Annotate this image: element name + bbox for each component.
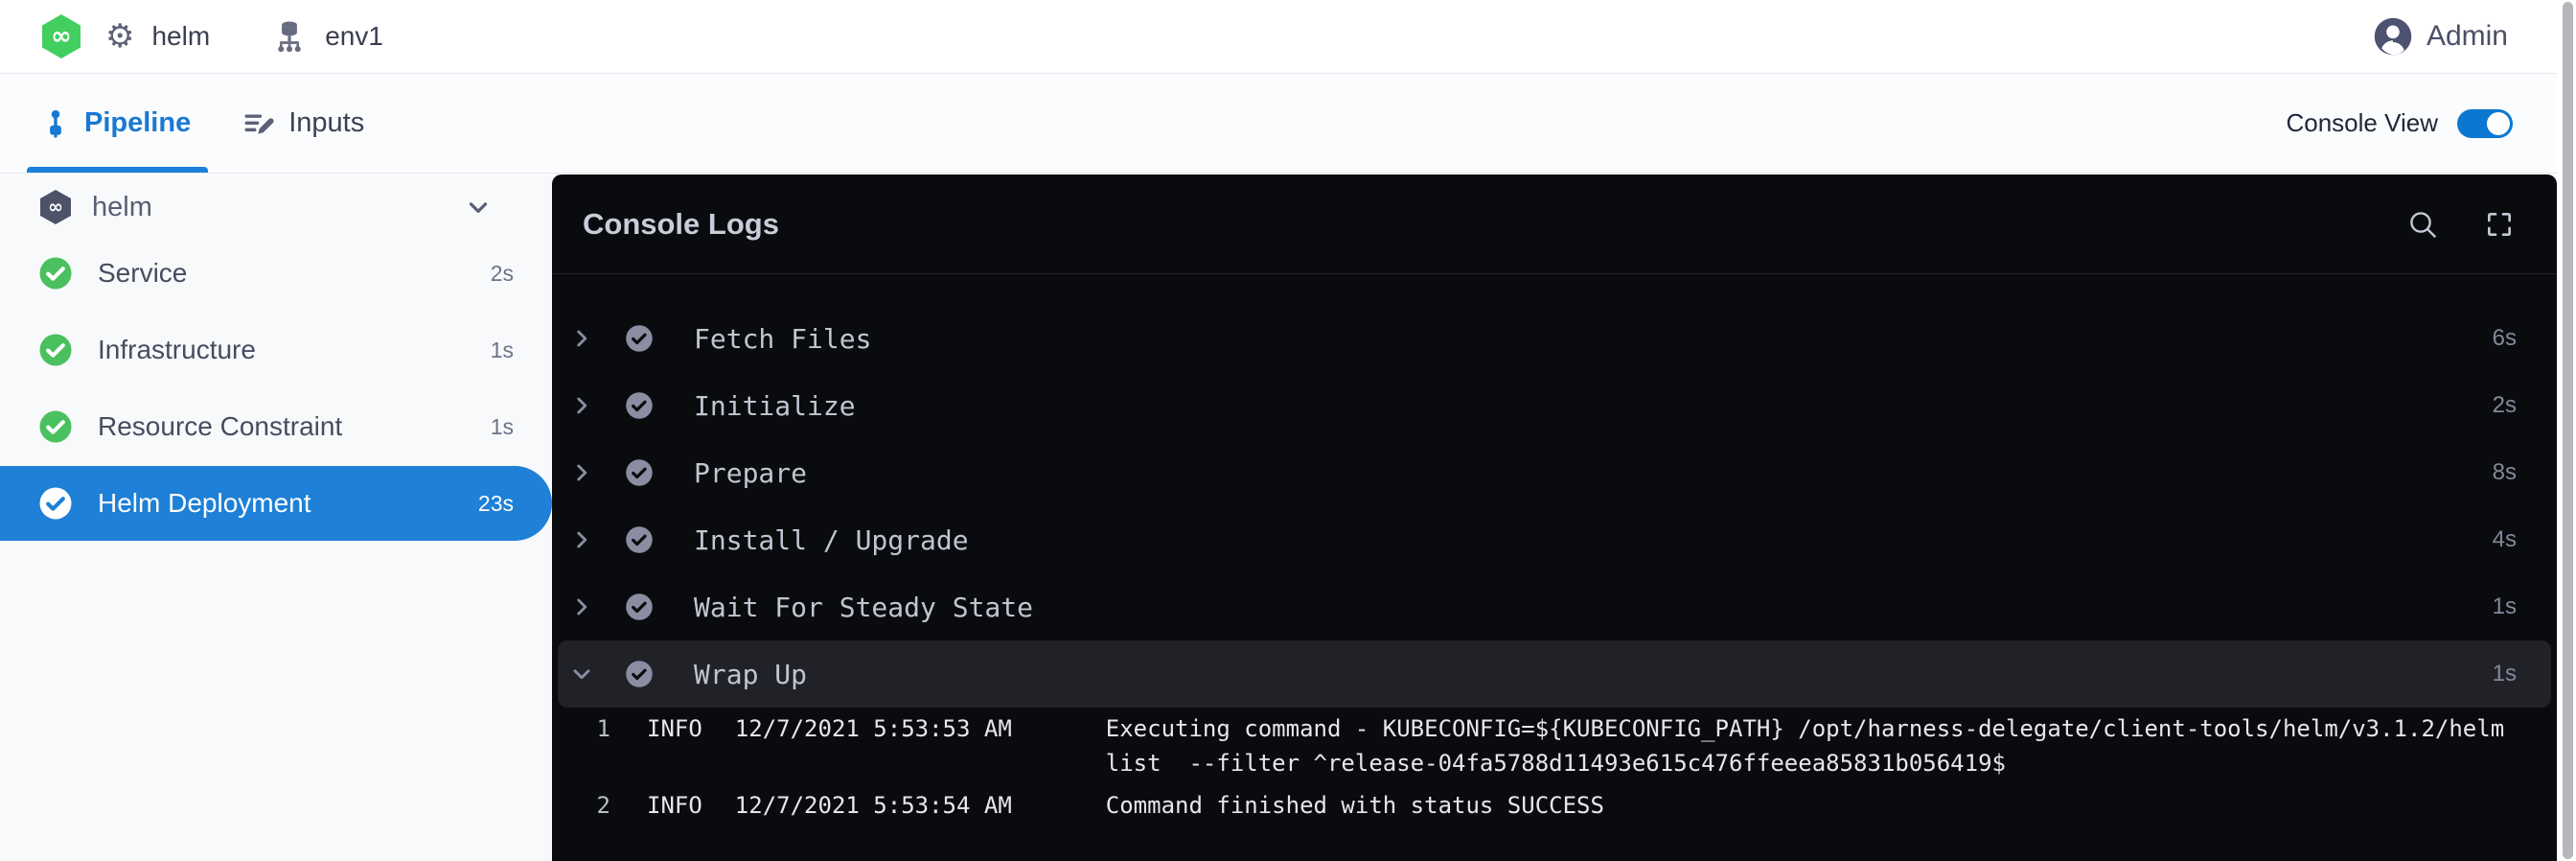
success-check-icon [38,256,73,291]
chevron-right-icon[interactable] [569,393,594,418]
step-label: Fetch Files [694,323,871,355]
inputs-edit-icon [242,107,275,140]
infinity-glyph: ∞ [51,24,72,49]
step-duration: 1s [2493,661,2517,687]
log-line: 2 INFO 12/7/2021 5:53:54 AM Command fini… [552,788,2557,823]
step-row-install-upgrade[interactable]: Install / Upgrade 4s [558,506,2551,573]
log-message: Command finished with status SUCCESS [1106,788,2534,823]
search-icon[interactable] [2407,209,2438,240]
avatar-icon [2373,16,2413,57]
harness-logo-icon[interactable]: ∞ [42,14,80,58]
main-content: ∞ helm Service 2s [0,175,2576,861]
fullscreen-expand-icon[interactable] [2484,209,2515,240]
console-logs-panel: Console Logs [552,175,2557,861]
chevron-right-icon[interactable] [569,527,594,552]
step-row-wrap-up[interactable]: Wrap Up 1s [558,640,2551,708]
user-menu[interactable]: Admin [2373,16,2508,57]
tab-bar: Pipeline Inputs Console View [0,74,2576,174]
console-view-label: Console View [2286,108,2438,138]
step-label: Initialize [694,390,856,422]
stage-label: Infrastructure [98,335,256,365]
stage-duration: 2s [491,261,514,287]
stage-row-helm-deployment[interactable]: Helm Deployment 23s [0,466,552,541]
console-title: Console Logs [583,207,779,242]
step-label: Wait For Steady State [694,592,1033,623]
log-line-list: 1 INFO 12/7/2021 5:53:53 AM Executing co… [552,708,2557,830]
stage-duration: 1s [491,337,514,363]
log-message: Executing command - KUBECONFIG=${KUBECON… [1106,711,2534,780]
stage-label: Helm Deployment [98,488,311,519]
project-name: helm [151,21,210,52]
stage-label: Resource Constraint [98,411,342,442]
stage-row-service[interactable]: Service 2s [0,236,552,311]
stage-duration: 1s [491,414,514,440]
user-name: Admin [2426,20,2508,53]
success-check-icon [625,660,654,688]
step-duration: 1s [2493,593,2517,620]
stage-row-infrastructure[interactable]: Infrastructure 1s [0,313,552,387]
chevron-right-icon[interactable] [569,460,594,485]
success-check-icon [625,324,654,353]
step-row-fetch-files[interactable]: Fetch Files 6s [558,305,2551,372]
tab-inputs[interactable]: Inputs [242,74,364,173]
app-window: ∞ ⚙ helm env1 [0,0,2576,861]
success-check-icon [38,333,73,367]
active-tab-underline [27,167,208,173]
tab-pipeline[interactable]: Pipeline [40,74,191,173]
success-check-icon [625,458,654,487]
success-check-icon [625,525,654,554]
log-timestamp: 12/7/2021 5:53:53 AM [735,711,1012,746]
top-bar: ∞ ⚙ helm env1 [0,0,2576,74]
log-line-number: 2 [552,788,610,823]
stage-label: Service [98,258,187,289]
tab-inputs-label: Inputs [288,107,364,139]
environment-name: env1 [325,21,383,52]
console-view-toggle[interactable] [2457,109,2513,138]
console-header: Console Logs [552,175,2557,274]
pipeline-hexagon-icon: ∞ [40,190,71,224]
log-line-number: 1 [552,711,610,746]
chevron-right-icon[interactable] [569,594,594,619]
log-level: INFO [647,788,702,823]
stage-duration: 23s [478,491,514,517]
console-step-list: Fetch Files 6s Initialize 2s [552,274,2557,708]
chevron-down-icon[interactable] [464,193,493,221]
pipeline-group-name: helm [92,192,152,223]
step-duration: 2s [2493,392,2517,419]
stage-row-resource-constraint[interactable]: Resource Constraint 1s [0,389,552,464]
step-label: Install / Upgrade [694,524,969,556]
step-label: Wrap Up [694,659,807,690]
success-check-icon [38,486,73,521]
step-duration: 4s [2493,526,2517,553]
chevron-down-icon[interactable] [569,662,594,686]
vertical-scrollbar[interactable] [2557,0,2576,861]
scrollbar-thumb[interactable] [2563,2,2573,859]
tab-pipeline-label: Pipeline [84,107,191,139]
environment-icon [271,18,308,55]
success-check-icon [625,593,654,621]
pipeline-icon [40,108,71,139]
log-line: 1 INFO 12/7/2021 5:53:53 AM Executing co… [552,711,2557,780]
stage-list: Service 2s Infrastructure 1s [0,236,552,541]
infinity-glyph: ∞ [48,198,63,217]
pipeline-group-header[interactable]: ∞ helm [0,178,552,236]
toggle-knob [2487,112,2510,135]
chevron-right-icon[interactable] [569,326,594,351]
step-row-wait-for-steady-state[interactable]: Wait For Steady State 1s [558,573,2551,640]
execution-sidebar: ∞ helm Service 2s [0,175,552,861]
log-timestamp: 12/7/2021 5:53:54 AM [735,788,1012,823]
step-row-initialize[interactable]: Initialize 2s [558,372,2551,439]
success-check-icon [38,409,73,444]
step-row-prepare[interactable]: Prepare 8s [558,439,2551,506]
step-duration: 6s [2493,325,2517,352]
project-settings-gear-icon: ⚙ [105,20,134,53]
log-level: INFO [647,711,702,746]
step-duration: 8s [2493,459,2517,486]
success-check-icon [625,391,654,420]
step-label: Prepare [694,457,807,489]
